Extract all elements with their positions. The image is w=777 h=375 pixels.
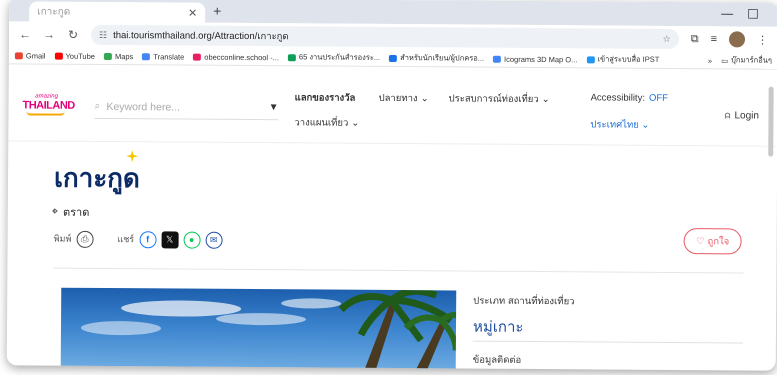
divider bbox=[472, 340, 743, 344]
reading-list-icon[interactable]: ≡ bbox=[711, 33, 718, 45]
bookmark-item[interactable]: 65 งานประกันสำรองระ... bbox=[287, 51, 380, 64]
menu-experiences[interactable]: ประสบการณ์ท่องเที่ยว ⌄ bbox=[449, 91, 550, 107]
share-label: แชร์ bbox=[117, 234, 135, 245]
site-info-icon[interactable]: ☷ bbox=[99, 29, 107, 40]
user-icon: ⍝ bbox=[724, 110, 731, 122]
translate-icon bbox=[142, 52, 151, 60]
browser-tab[interactable]: เกาะกูด ✕ bbox=[29, 1, 206, 23]
bookmark-item[interactable]: Translate bbox=[142, 52, 184, 61]
gmail-icon bbox=[14, 51, 23, 59]
menu-destinations[interactable]: ปลายทาง ⌄ bbox=[379, 91, 429, 106]
attraction-type-value[interactable]: หมู่เกาะ bbox=[473, 315, 524, 339]
reload-icon[interactable]: ↻ bbox=[67, 28, 79, 42]
folder-icon: ▭ bbox=[721, 55, 729, 65]
search-field[interactable]: ⌕ Keyword here... ▼ bbox=[94, 94, 279, 121]
browser-window: เกาะกูด ✕ + — ☐ ← → ↻ ☷ thai.tourismthai… bbox=[6, 0, 777, 371]
bookmark-folder[interactable]: ▭ บุ๊กมาร์กอื่นๆ bbox=[721, 54, 772, 66]
print-icon[interactable]: ⎙ bbox=[76, 230, 94, 248]
browser-menu-icon[interactable]: ⋮ bbox=[757, 33, 768, 46]
x-twitter-icon[interactable]: 𝕏 bbox=[161, 230, 179, 249]
maximize-icon[interactable]: ☐ bbox=[747, 6, 759, 22]
search-placeholder: Keyword here... bbox=[106, 100, 181, 114]
language-selector[interactable]: ประเทศไทย ⌄ bbox=[590, 117, 649, 132]
site-header: amazing THAILAND ⌕ Keyword here... ▼ แลก… bbox=[8, 81, 777, 147]
back-icon[interactable]: ← bbox=[19, 27, 31, 41]
bookmark-item[interactable]: Gmail bbox=[14, 51, 46, 60]
bookmarks-overflow[interactable]: » bbox=[708, 56, 712, 65]
heart-icon: ♡ bbox=[695, 235, 705, 247]
accessibility-toggle[interactable]: Accessibility: OFF bbox=[591, 92, 668, 104]
location: ⌖ ตราด bbox=[52, 203, 90, 221]
page-scrollbar[interactable] bbox=[768, 86, 774, 157]
province-name: ตราด bbox=[62, 206, 90, 219]
amazing-thailand-logo[interactable]: amazing THAILAND bbox=[22, 93, 75, 116]
email-icon[interactable]: ✉ bbox=[205, 231, 223, 249]
profile-avatar[interactable] bbox=[728, 31, 746, 48]
location-pin-icon: ⌖ bbox=[51, 205, 59, 218]
forward-icon[interactable]: → bbox=[43, 28, 55, 42]
chevron-down-icon: ⌄ bbox=[420, 93, 429, 105]
bookmark-star-icon[interactable]: ☆ bbox=[663, 33, 671, 44]
menu-rewards[interactable]: แลกของรางวัล bbox=[295, 90, 356, 105]
chevron-down-icon: ⌄ bbox=[641, 119, 650, 131]
beach-image bbox=[80, 287, 457, 371]
facebook-icon[interactable]: f bbox=[139, 230, 157, 248]
drive-icon bbox=[287, 53, 296, 61]
bookmark-item[interactable]: YouTube bbox=[54, 51, 95, 60]
attraction-type-label: ประเภท สถานที่ท่องเที่ยว bbox=[473, 295, 575, 308]
like-button[interactable]: ♡ ถูกใจ bbox=[683, 228, 742, 255]
close-tab-icon[interactable]: ✕ bbox=[188, 6, 197, 19]
bookmark-item[interactable]: Icograms 3D Map O... bbox=[493, 54, 577, 64]
youtube-icon bbox=[54, 52, 63, 60]
tab-title: เกาะกูด bbox=[37, 6, 71, 18]
drive-icon bbox=[389, 54, 398, 62]
contact-info-label: ข้อมูลติดต่อ bbox=[472, 354, 522, 366]
chevron-down-icon: ⌄ bbox=[351, 117, 360, 129]
new-tab-icon[interactable]: + bbox=[213, 3, 221, 19]
chevron-down-icon[interactable]: ▼ bbox=[269, 102, 279, 113]
login-button[interactable]: ⍝ Login bbox=[724, 110, 759, 121]
page-title: เกาะกูด bbox=[53, 163, 140, 195]
attraction-photo bbox=[60, 287, 457, 371]
divider bbox=[53, 267, 744, 274]
maps-icon bbox=[103, 52, 112, 60]
print-label: พิมพ์ bbox=[53, 233, 72, 244]
google-icon bbox=[493, 55, 502, 63]
url-text: thai.tourismthailand.org/Attraction/เกาะ… bbox=[113, 29, 289, 42]
share-row: พิมพ์ ⎙ แชร์ f 𝕏 ● ✉ bbox=[54, 230, 223, 249]
bookmark-item[interactable]: สำหรับนักเรียน/ผู้ปกครอ... bbox=[389, 52, 484, 65]
address-bar[interactable]: ☷ thai.tourismthailand.org/Attraction/เก… bbox=[90, 24, 679, 49]
sparkle-icon bbox=[126, 150, 139, 163]
ipst-icon bbox=[586, 55, 595, 63]
bookmark-item[interactable]: obecconline.school -... bbox=[193, 52, 279, 62]
menu-trip-plan[interactable]: วางแผนเที่ยว ⌄ bbox=[294, 115, 359, 130]
search-icon: ⌕ bbox=[94, 99, 101, 112]
minimize-icon[interactable]: — bbox=[721, 6, 733, 20]
chevron-down-icon: ⌄ bbox=[541, 94, 550, 106]
obec-icon bbox=[193, 53, 202, 61]
extensions-icon[interactable]: ⧉ bbox=[691, 33, 699, 46]
accessibility-status: OFF bbox=[648, 92, 669, 104]
bookmark-item[interactable]: เข้าสู่ระบบสื่อ IPST bbox=[586, 53, 659, 66]
line-icon[interactable]: ● bbox=[183, 231, 201, 249]
bookmark-item[interactable]: Maps bbox=[103, 51, 133, 61]
